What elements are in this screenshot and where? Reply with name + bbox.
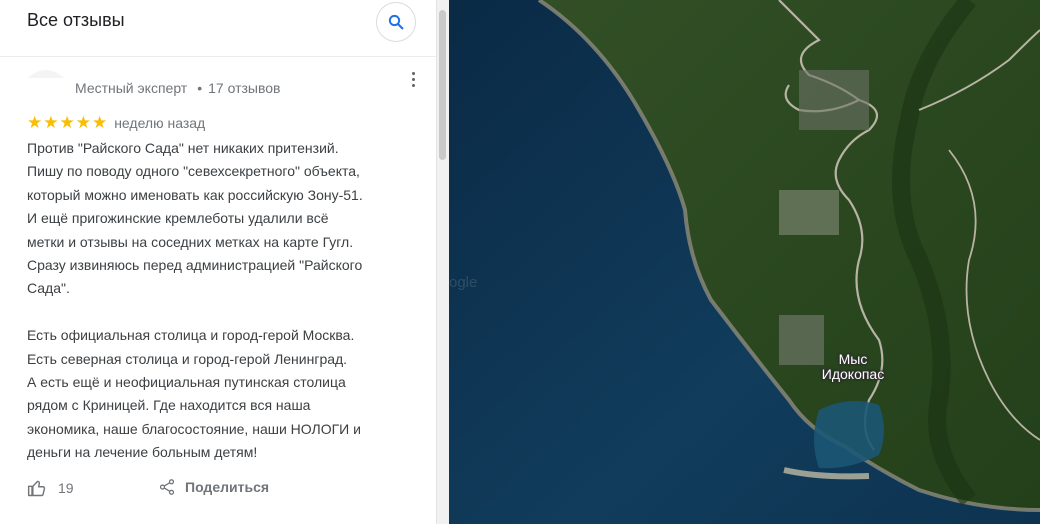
review-line: Есть северная столица и город-герой Лени… bbox=[27, 350, 348, 367]
search-icon bbox=[388, 14, 404, 30]
like-count: 19 bbox=[58, 480, 74, 496]
share-icon bbox=[159, 479, 175, 495]
rating-row: ★★★★★ неделю назад bbox=[27, 113, 205, 133]
reviews-panel: Все отзывы Местный эксперт • 17 отзывов ★★… bbox=[0, 0, 436, 524]
like-button[interactable]: 19 bbox=[27, 478, 74, 498]
review-line: И ещё пригожинские кремлеботы удалили вс… bbox=[27, 210, 329, 227]
scrollbar-thumb[interactable] bbox=[439, 10, 446, 160]
review-line: Есть официальная столица и город-герой М… bbox=[27, 327, 355, 344]
satellite-map[interactable]: Мыс Идокопас ogle bbox=[449, 0, 1040, 524]
review-text: Против "Райского Сада" нет никаких прите… bbox=[27, 137, 427, 464]
satellite-image bbox=[449, 0, 1040, 524]
reviewer-review-count[interactable]: 17 отзывов bbox=[208, 80, 280, 96]
avatar[interactable] bbox=[28, 60, 64, 78]
review-line: А есть ещё и неофициальная путинская сто… bbox=[27, 373, 346, 390]
map-place-label[interactable]: Мыс bbox=[831, 352, 875, 367]
review-line: Против "Райского Сада" нет никаких прите… bbox=[27, 140, 339, 156]
star-rating: ★★★★★ bbox=[27, 113, 109, 132]
review-line: метки и отзывы на соседних метках на кар… bbox=[27, 233, 354, 250]
review-line: рядом с Криницей. Где находится вся наша bbox=[27, 397, 311, 414]
search-button[interactable] bbox=[376, 2, 416, 42]
page-title: Все отзывы bbox=[27, 10, 125, 30]
review-line: деньги на лечение больным детям! bbox=[27, 444, 258, 461]
header-divider bbox=[0, 56, 436, 57]
review-line bbox=[27, 301, 427, 324]
thumbs-up-icon bbox=[27, 480, 46, 497]
review-line: экономика, наше благосостояние, наши НОЛ… bbox=[27, 420, 361, 437]
more-options-icon[interactable] bbox=[403, 68, 423, 90]
share-button[interactable]: Поделиться bbox=[158, 478, 269, 496]
share-label: Поделиться bbox=[185, 479, 270, 495]
reviewer-meta: Местный эксперт • 17 отзывов bbox=[75, 80, 281, 96]
review-line: Сада". bbox=[27, 280, 70, 297]
review-line: который можно именовать как российскую З… bbox=[27, 186, 363, 203]
review-line: Сразу извиняюсь перед администрацией "Ра… bbox=[27, 256, 363, 273]
reviewer-type: Местный эксперт bbox=[75, 80, 188, 96]
map-place-label[interactable]: Идокопас bbox=[813, 367, 893, 382]
review-date: неделю назад bbox=[114, 115, 206, 131]
review-line: Пишу по поводу одного "севехсекретного" … bbox=[27, 163, 360, 180]
map-watermark: ogle bbox=[449, 274, 478, 291]
